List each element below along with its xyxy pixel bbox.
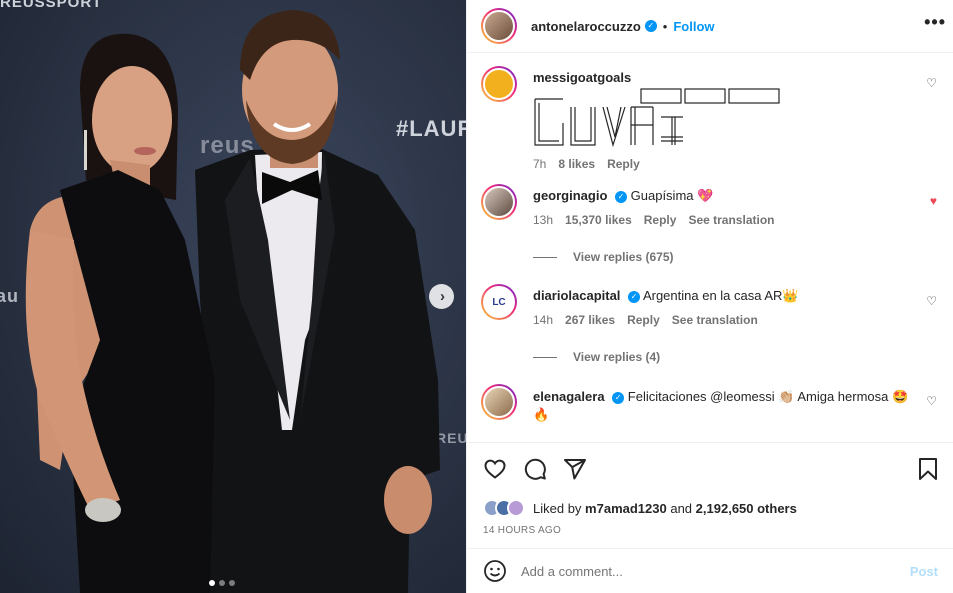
like-heart-icon[interactable]: [483, 457, 507, 481]
comment-item: messigoatgoals 7h 8 likes Reply ♡: [481, 66, 941, 176]
view-replies-button[interactable]: View replies (675): [533, 250, 674, 264]
comment-bubble-icon[interactable]: [523, 457, 547, 481]
comment-like-heart-icon[interactable]: ♡: [926, 294, 937, 308]
comment-liked-heart-icon[interactable]: ♥: [930, 194, 937, 208]
verified-badge-icon: ✓: [615, 190, 628, 203]
post-photo[interactable]: REUSSPORT #LAUR reus REUSS au: [0, 0, 466, 593]
view-replies-button[interactable]: View replies (4): [533, 350, 660, 364]
view-replies-label: View replies (675): [573, 250, 674, 264]
add-comment-bar: Post: [467, 548, 953, 593]
reply-button[interactable]: Reply: [644, 213, 677, 227]
post-header: antonelaroccuzzo ✓ • Follow •••: [467, 0, 953, 53]
bookmark-save-icon[interactable]: [917, 457, 939, 481]
liked-by-user[interactable]: m7amad1230: [585, 501, 667, 516]
post-sidebar: antonelaroccuzzo ✓ • Follow ••• messigoa…: [466, 0, 953, 593]
author-avatar[interactable]: [481, 8, 517, 44]
see-translation-button[interactable]: See translation: [688, 213, 774, 227]
chevron-right-icon: ›: [440, 288, 445, 305]
more-horizontal-icon[interactable]: •••: [924, 12, 946, 33]
carousel-dots: [209, 580, 235, 586]
comment-username[interactable]: elenagalera: [533, 389, 605, 404]
comment-time: 13h: [533, 213, 554, 227]
comment-meta: 13h 15,370 likes Reply See translation: [533, 213, 913, 227]
comment-username[interactable]: diariolacapital: [533, 288, 620, 303]
liked-by-avatars[interactable]: [483, 499, 525, 517]
emoji-smile-icon[interactable]: [483, 559, 507, 583]
comment-text: Guapísima 💖: [630, 188, 714, 203]
verified-badge-icon: ✓: [644, 20, 657, 32]
comment-item: elenagalera ✓ Felicitaciones @leomessi 👏…: [481, 384, 941, 441]
comment-meta: 14h 267 likes Reply See translation: [533, 313, 913, 327]
liked-by-others[interactable]: 2,192,650 others: [696, 501, 797, 516]
view-replies-label: View replies (4): [573, 350, 661, 364]
carousel-dot: [209, 580, 215, 586]
ascii-art-goat-image: [534, 88, 780, 147]
header-separator: •: [662, 18, 668, 34]
carousel-dot: [229, 580, 235, 586]
commenter-avatar[interactable]: LC: [481, 284, 517, 320]
replies-line: [533, 256, 557, 258]
reply-button[interactable]: Reply: [627, 313, 660, 327]
carousel-next-button[interactable]: ›: [429, 284, 454, 309]
liked-by-and: and: [670, 500, 693, 516]
post-actions: Liked by m7amad1230 and 2,192,650 others…: [467, 442, 953, 548]
commenter-avatar[interactable]: [481, 66, 517, 102]
comment-item: LC diariolacapital ✓ Argentina en la cas…: [481, 284, 941, 384]
share-send-icon[interactable]: [563, 457, 587, 481]
comment-item: georginagio ✓ Guapísima 💖 13h 15,370 lik…: [481, 184, 941, 284]
post-timestamp: 14 HOURS AGO: [483, 525, 562, 536]
comment-like-heart-icon[interactable]: ♡: [926, 76, 937, 90]
comment-like-heart-icon[interactable]: ♡: [926, 394, 937, 408]
commenter-avatar[interactable]: [481, 184, 517, 220]
author-username[interactable]: antonelaroccuzzo: [531, 19, 641, 34]
see-translation-button[interactable]: See translation: [672, 313, 758, 327]
comment-likes[interactable]: 267 likes: [565, 313, 615, 327]
follow-button[interactable]: Follow: [673, 19, 714, 34]
instagram-post: REUSSPORT #LAUR reus REUSS au: [0, 0, 953, 593]
comment-meta: 7h 8 likes Reply: [533, 157, 913, 171]
replies-line: [533, 356, 557, 358]
comments-list[interactable]: messigoatgoals 7h 8 likes Reply ♡ georgi…: [467, 54, 953, 441]
reply-button[interactable]: Reply: [607, 157, 640, 171]
comment-likes[interactable]: 8 likes: [558, 157, 595, 171]
liked-by-prefix: Liked by: [533, 500, 582, 516]
comment-time: 7h: [533, 157, 547, 171]
add-comment-input[interactable]: [521, 563, 910, 579]
comment-text: Argentina en la casa AR👑: [642, 288, 799, 303]
comment-time: 14h: [533, 313, 554, 327]
carousel-dot: [219, 580, 225, 586]
liked-by-summary: Liked by m7amad1230 and 2,192,650 others: [483, 499, 797, 517]
post-comment-button[interactable]: Post: [910, 564, 938, 579]
comment-likes[interactable]: 15,370 likes: [565, 213, 632, 227]
verified-badge-icon: ✓: [612, 391, 625, 404]
comment-username[interactable]: georginagio: [533, 188, 607, 203]
commenter-avatar[interactable]: [481, 384, 517, 420]
comment-username[interactable]: messigoatgoals: [533, 70, 631, 85]
people-illustration: [25, 10, 440, 593]
verified-badge-icon: ✓: [628, 290, 641, 303]
